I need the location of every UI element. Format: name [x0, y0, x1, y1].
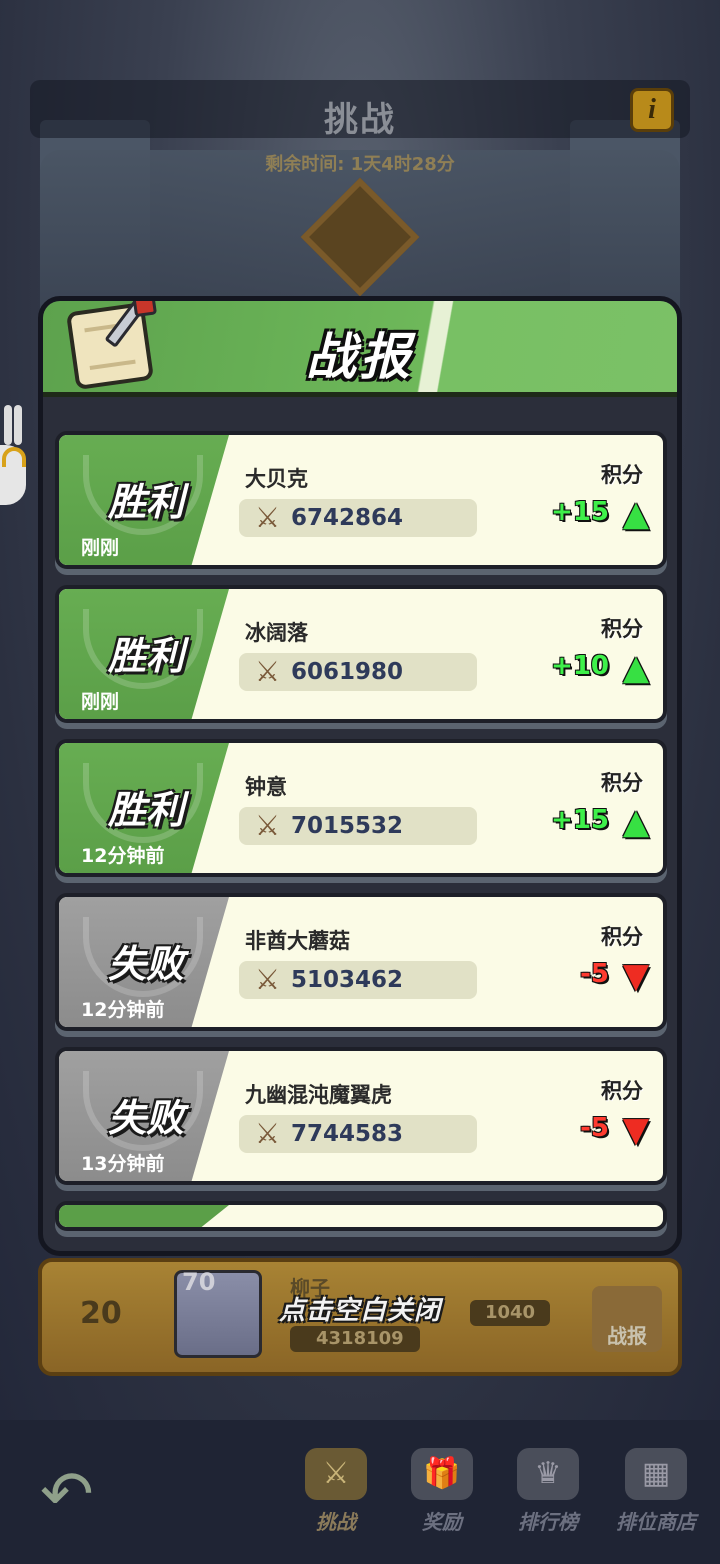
result-label: 胜利	[107, 788, 184, 832]
tab-challenge[interactable]: ⚔ 挑战	[288, 1448, 384, 1548]
score-delta: +15	[551, 497, 609, 527]
my-power: 4318109	[290, 1326, 420, 1352]
time-remaining: 剩余时间: 1天4时28分	[265, 154, 455, 175]
opponent-power: 6061980	[291, 659, 404, 685]
arrow-down-icon: ▼	[622, 956, 649, 996]
result-label: 失败	[107, 1096, 184, 1140]
score-label: 积分	[601, 617, 643, 641]
arrow-up-icon: ▲	[622, 648, 649, 688]
list-item[interactable]: 失败 12分钟前 非酋大蘑菇 ⚔ 5103462 积分 -5 ▼	[55, 893, 667, 1031]
battle-time: 刚刚	[81, 691, 120, 713]
score-label: 积分	[601, 1079, 643, 1103]
opponent-power: 5103462	[291, 967, 404, 993]
list-item[interactable]: 胜利 刚刚 大贝克 ⚔ 6742864 积分 +15 ▲	[55, 431, 667, 569]
gift-bag-icon: 🎁	[411, 1448, 473, 1500]
page-title: 挑战	[324, 101, 396, 139]
crossed-swords-icon: ⚔	[255, 809, 281, 842]
score-label: 积分	[601, 771, 643, 795]
dialog-title: 战报	[306, 328, 414, 386]
power-box: ⚔ 7744583	[239, 1115, 477, 1153]
arrow-down-icon: ▼	[622, 1110, 649, 1150]
score-delta: +10	[551, 651, 609, 681]
result-panel	[59, 1205, 229, 1227]
battle-report-dialog: 战报 胜利 刚刚 大贝克 ⚔ 6742864 积分 +15 ▲ 胜利 刚刚 冰阔…	[38, 296, 682, 1256]
tab-label: 排行榜	[518, 1510, 578, 1534]
opponent-name: 非酋大蘑菇	[245, 929, 350, 953]
list-item[interactable]: 失败 13分钟前 九幽混沌魔翼虎 ⚔ 7744583 积分 -5 ▼	[55, 1047, 667, 1185]
opponent-name: 钟意	[245, 775, 287, 799]
back-button[interactable]: ↶	[40, 1455, 130, 1532]
back-arrow-icon: ↶	[40, 1458, 94, 1532]
tab-rank-shop[interactable]: ▦ 排位商店	[608, 1448, 704, 1548]
result-label: 失败	[107, 942, 184, 986]
battle-time: 12分钟前	[81, 999, 165, 1021]
score-delta: -5	[580, 959, 609, 989]
power-box: ⚔ 5103462	[239, 961, 477, 999]
power-box: ⚔ 7015532	[239, 807, 477, 845]
shop-icon: ▦	[625, 1448, 687, 1500]
opponent-power: 6742864	[291, 505, 404, 531]
tab-rewards[interactable]: 🎁 奖励	[394, 1448, 490, 1548]
close-hint[interactable]: 点击空白关闭	[0, 1290, 720, 1327]
score-label: 积分	[601, 925, 643, 949]
result-label: 胜利	[107, 480, 184, 524]
tab-label: 挑战	[316, 1510, 356, 1534]
score-label: 积分	[601, 463, 643, 487]
opponent-name: 冰阔落	[245, 621, 308, 645]
score-delta: -5	[580, 1113, 609, 1143]
opponent-name: 大贝克	[245, 467, 308, 491]
crossed-swords-icon: ⚔	[255, 963, 281, 996]
list-item[interactable]: 胜利 12分钟前 钟意 ⚔ 7015532 积分 +15 ▲	[55, 739, 667, 877]
info-button[interactable]: i	[630, 88, 674, 132]
crossed-swords-icon: ⚔	[255, 655, 281, 688]
opponent-name: 九幽混沌魔翼虎	[245, 1083, 392, 1107]
battle-time: 13分钟前	[81, 1153, 165, 1175]
battle-time: 12分钟前	[81, 845, 165, 867]
trophy-icon: ♛	[517, 1448, 579, 1500]
tab-leaderboard[interactable]: ♛ 排行榜	[500, 1448, 596, 1548]
opponent-power: 7015532	[291, 813, 404, 839]
battle-time: 刚刚	[81, 537, 120, 559]
bunny-mascot-icon[interactable]	[0, 405, 26, 525]
tab-label: 奖励	[422, 1510, 462, 1534]
tab-label: 排位商店	[616, 1510, 696, 1534]
opponent-power: 7744583	[291, 1121, 404, 1147]
arrow-up-icon: ▲	[622, 494, 649, 534]
power-box: ⚔ 6061980	[239, 653, 477, 691]
result-label: 胜利	[107, 634, 184, 678]
info-icon: i	[648, 94, 656, 125]
power-box: ⚔ 6742864	[239, 499, 477, 537]
score-delta: +15	[551, 805, 609, 835]
crossed-swords-icon: ⚔	[255, 501, 281, 534]
battle-report-label: 战报	[607, 1324, 647, 1348]
crossed-swords-icon: ⚔	[305, 1448, 367, 1500]
list-item[interactable]: 胜利 刚刚 冰阔落 ⚔ 6061980 积分 +10 ▲	[55, 585, 667, 723]
arrow-up-icon: ▲	[622, 802, 649, 842]
list-item-partial[interactable]	[55, 1201, 667, 1231]
crossed-swords-icon: ⚔	[255, 1117, 281, 1150]
